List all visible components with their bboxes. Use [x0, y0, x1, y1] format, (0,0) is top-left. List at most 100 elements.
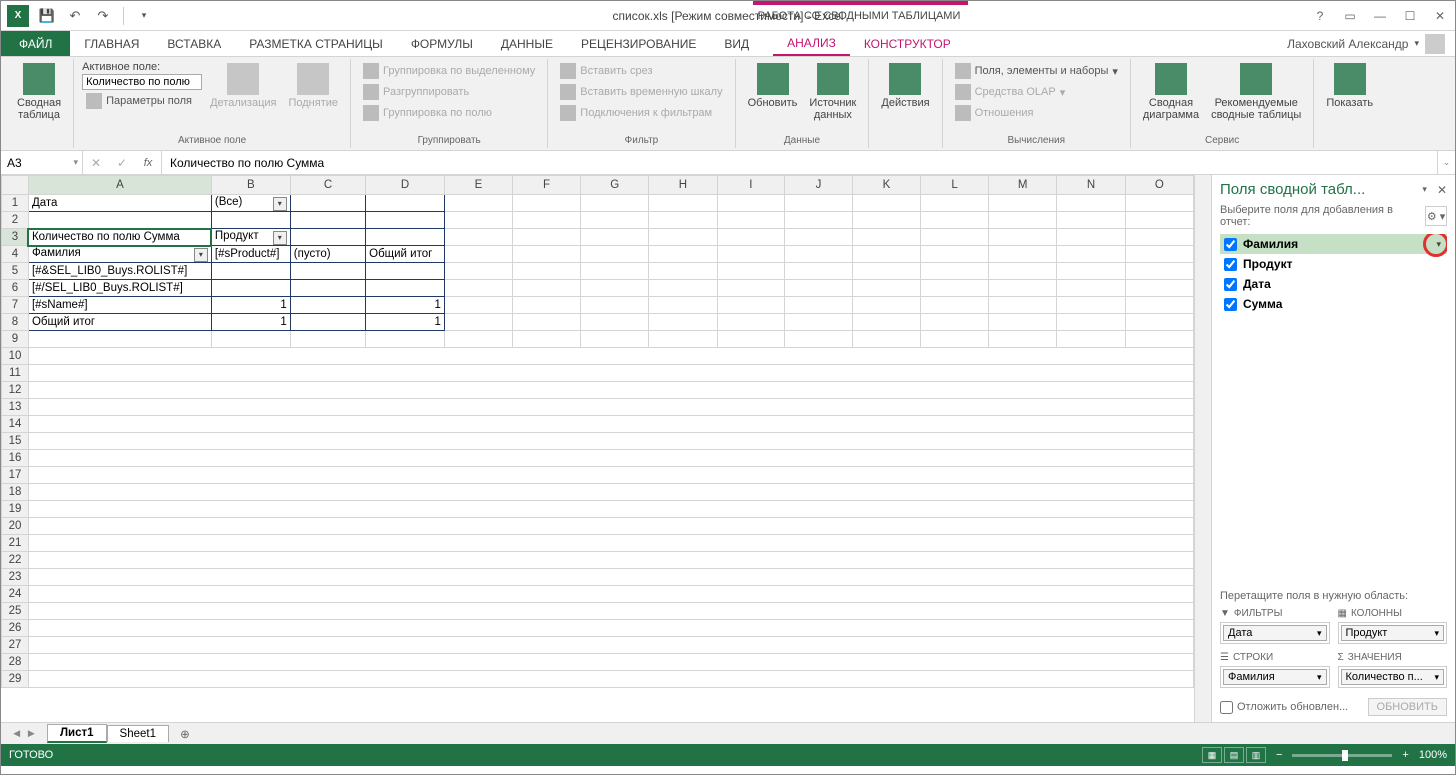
- cell[interactable]: [1057, 212, 1125, 229]
- tab-analyze[interactable]: АНАЛИЗ: [773, 31, 850, 56]
- vertical-scrollbar[interactable]: [1194, 175, 1211, 722]
- cell[interactable]: [513, 246, 581, 263]
- cell[interactable]: [513, 331, 581, 348]
- help-icon[interactable]: ?: [1305, 3, 1335, 29]
- cell[interactable]: [717, 212, 785, 229]
- row-header[interactable]: 13: [2, 399, 29, 416]
- redo-icon[interactable]: ↷: [91, 4, 115, 28]
- cell[interactable]: [211, 331, 290, 348]
- cell[interactable]: [28, 569, 1193, 586]
- add-sheet-icon[interactable]: ⊕: [175, 727, 195, 741]
- cell[interactable]: 1: [366, 314, 445, 331]
- area-item[interactable]: Количество п...▾: [1341, 669, 1445, 685]
- cell[interactable]: [989, 195, 1057, 212]
- name-box[interactable]: A3: [1, 151, 83, 174]
- area-item[interactable]: Продукт▾: [1341, 625, 1445, 641]
- cell[interactable]: [989, 331, 1057, 348]
- cell[interactable]: [581, 297, 649, 314]
- cell[interactable]: [28, 620, 1193, 637]
- cell[interactable]: [444, 263, 512, 280]
- columns-area[interactable]: ▦КОЛОННЫ Продукт▾: [1338, 608, 1448, 644]
- cell[interactable]: [290, 195, 365, 212]
- cell[interactable]: [921, 297, 989, 314]
- undo-icon[interactable]: ↶: [63, 4, 87, 28]
- cell[interactable]: [785, 263, 853, 280]
- cell[interactable]: [852, 280, 920, 297]
- cell[interactable]: [852, 195, 920, 212]
- cell[interactable]: [852, 246, 920, 263]
- panel-dropdown-icon[interactable]: ▾: [1422, 184, 1427, 195]
- cell[interactable]: [366, 331, 445, 348]
- col-header-M[interactable]: M: [989, 176, 1057, 195]
- cell[interactable]: [581, 212, 649, 229]
- row-header[interactable]: 6: [2, 280, 29, 297]
- cell[interactable]: [#/SEL_LIB0_Buys.ROLIST#]: [28, 280, 211, 297]
- row-header[interactable]: 21: [2, 535, 29, 552]
- cell[interactable]: [#sProduct#]: [211, 246, 290, 263]
- cell[interactable]: [28, 450, 1193, 467]
- row-header[interactable]: 15: [2, 433, 29, 450]
- cell[interactable]: [649, 195, 717, 212]
- cell[interactable]: [28, 365, 1193, 382]
- rows-area[interactable]: ☰СТРОКИ Фамилия▾: [1220, 652, 1330, 688]
- cell[interactable]: [513, 229, 581, 246]
- field-settings-button[interactable]: Параметры поля: [82, 91, 202, 111]
- close-panel-icon[interactable]: ✕: [1437, 183, 1447, 197]
- cell[interactable]: [211, 263, 290, 280]
- cell[interactable]: [28, 586, 1193, 603]
- cell[interactable]: [290, 212, 365, 229]
- minimize-icon[interactable]: —: [1365, 3, 1395, 29]
- cell[interactable]: [513, 297, 581, 314]
- field-checkbox[interactable]: [1224, 238, 1237, 251]
- cell[interactable]: [717, 280, 785, 297]
- tab-review[interactable]: РЕЦЕНЗИРОВАНИЕ: [567, 31, 710, 56]
- cell[interactable]: [513, 195, 581, 212]
- ribbon-display-icon[interactable]: ▭: [1335, 3, 1365, 29]
- tab-formulas[interactable]: ФОРМУЛЫ: [397, 31, 487, 56]
- recommended-pivot-button[interactable]: Рекомендуемые сводные таблицы: [1207, 61, 1305, 123]
- cell[interactable]: [28, 467, 1193, 484]
- tab-insert[interactable]: ВСТАВКА: [153, 31, 235, 56]
- cell[interactable]: 1: [366, 297, 445, 314]
- zoom-slider[interactable]: [1292, 754, 1392, 757]
- row-header[interactable]: 7: [2, 297, 29, 314]
- cell[interactable]: [28, 535, 1193, 552]
- row-header[interactable]: 17: [2, 467, 29, 484]
- cell[interactable]: [28, 348, 1193, 365]
- cancel-formula-icon[interactable]: ✕: [83, 151, 109, 174]
- row-header[interactable]: 18: [2, 484, 29, 501]
- zoom-level[interactable]: 100%: [1419, 749, 1447, 761]
- cell[interactable]: [717, 331, 785, 348]
- area-item[interactable]: Фамилия▾: [1223, 669, 1327, 685]
- cell[interactable]: [852, 314, 920, 331]
- cell[interactable]: [28, 212, 211, 229]
- cell[interactable]: [#&SEL_LIB0_Buys.ROLIST#]: [28, 263, 211, 280]
- field-item-familiya[interactable]: Фамилия ▾: [1220, 234, 1447, 254]
- page-break-view-icon[interactable]: ▥: [1246, 747, 1266, 763]
- filter-dropdown-icon[interactable]: ▾: [273, 197, 287, 211]
- cell[interactable]: [989, 314, 1057, 331]
- cell[interactable]: [785, 195, 853, 212]
- cell[interactable]: [785, 246, 853, 263]
- col-header-C[interactable]: C: [290, 176, 365, 195]
- col-header-B[interactable]: B: [211, 176, 290, 195]
- panel-settings-icon[interactable]: ⚙ ▾: [1425, 206, 1447, 226]
- col-header-G[interactable]: G: [581, 176, 649, 195]
- cell[interactable]: [921, 331, 989, 348]
- col-header-H[interactable]: H: [649, 176, 717, 195]
- row-header[interactable]: 9: [2, 331, 29, 348]
- col-header-D[interactable]: D: [366, 176, 445, 195]
- zoom-out-icon[interactable]: −: [1276, 749, 1282, 761]
- show-button[interactable]: Показать: [1322, 61, 1377, 111]
- cell[interactable]: [1125, 246, 1193, 263]
- col-header-J[interactable]: J: [785, 176, 853, 195]
- row-header[interactable]: 10: [2, 348, 29, 365]
- close-icon[interactable]: ✕: [1425, 3, 1455, 29]
- field-item-summa[interactable]: Сумма: [1220, 294, 1447, 314]
- cell[interactable]: [290, 280, 365, 297]
- select-all-corner[interactable]: [2, 176, 29, 195]
- row-header[interactable]: 23: [2, 569, 29, 586]
- data-source-button[interactable]: Источник данных: [805, 61, 860, 123]
- cell[interactable]: [921, 212, 989, 229]
- cell[interactable]: [581, 314, 649, 331]
